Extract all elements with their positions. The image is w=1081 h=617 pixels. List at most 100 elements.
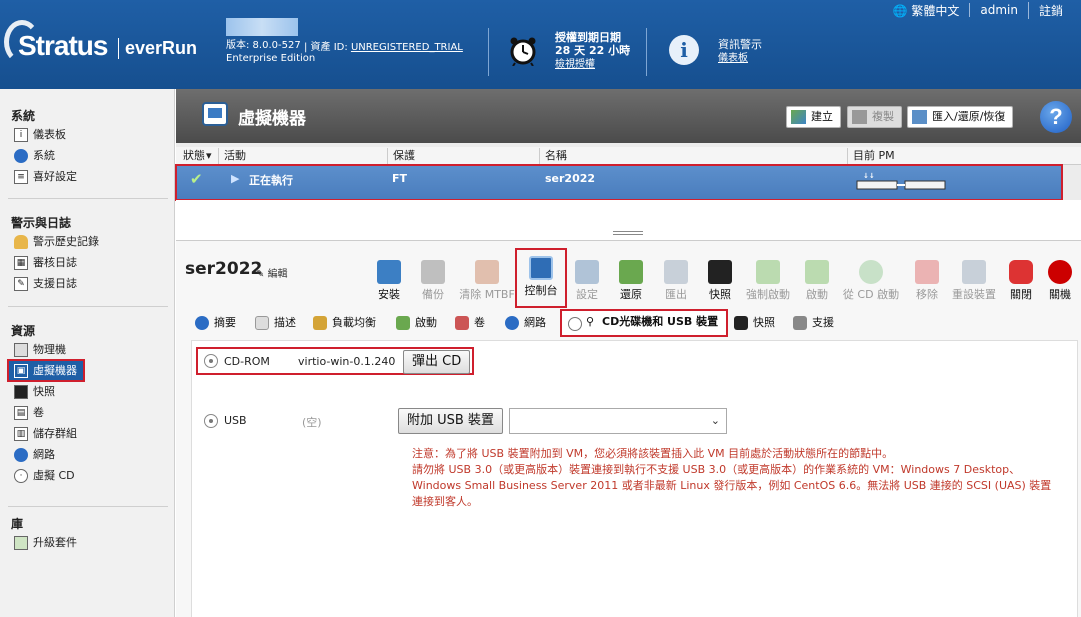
tab-cd-usb[interactable]: ⚲ CD光碟機和 USB 裝置: [560, 309, 729, 337]
sidebar-item-snapshots[interactable]: 快照: [0, 381, 175, 402]
usb-radio[interactable]: [204, 414, 218, 428]
attach-usb-button[interactable]: 附加 USB 裝置: [398, 408, 503, 434]
sidebar-item-volumes[interactable]: ▤ 卷: [0, 402, 175, 423]
column-protection[interactable]: 保護: [387, 148, 415, 164]
install-icon: [377, 260, 401, 284]
network-icon: [505, 316, 519, 330]
copy-button[interactable]: 複製: [847, 106, 902, 128]
sidebar-heading: 警示與日誌: [11, 216, 72, 230]
logout-link[interactable]: 註銷: [1027, 1, 1073, 19]
network-icon: [14, 447, 28, 462]
cdrom-radio[interactable]: [204, 354, 218, 368]
tab-boot[interactable]: 啟動: [396, 311, 437, 335]
vm-icon: ▣: [14, 363, 28, 378]
tab-summary[interactable]: 摘要: [195, 311, 236, 335]
sidebar-section-resources: 資源 物理機 ▣ 虛擬機器 快照 ▤ 卷 ▥ 儲存群組 網路 · 虛擬 CD: [0, 323, 175, 486]
app-header: 🌐 繁體中文 admin 註銷 Stratus everRun 版本: 8.0.…: [0, 0, 1081, 89]
sidebar-item-audit-log[interactable]: ▦ 審核日誌: [0, 252, 175, 273]
sidebar-item-alert-history[interactable]: 警示歷史記錄: [0, 231, 175, 252]
create-button[interactable]: 建立: [786, 106, 841, 128]
row-protection: FT: [392, 172, 408, 185]
column-name[interactable]: 名稱: [539, 148, 567, 164]
dashboard-link[interactable]: 儀表板: [718, 53, 748, 64]
globe-icon: [14, 148, 28, 163]
log-icon: ✎: [14, 276, 28, 291]
sidebar-section-system: 系統 i 儀表板 系統 ≡ 喜好設定: [0, 108, 175, 187]
sidebar-item-virtual-machines[interactable]: ▣ 虛擬機器: [7, 359, 85, 382]
sidebar-item-preferences[interactable]: ≡ 喜好設定: [0, 166, 175, 187]
sidebar-heading: 資源: [11, 324, 36, 338]
sidebar-item-system[interactable]: 系統: [0, 145, 175, 166]
backup-button[interactable]: 備份: [408, 255, 458, 302]
shutdown-button[interactable]: 關閉: [996, 255, 1046, 302]
sort-chevron-icon[interactable]: ▾: [204, 148, 212, 164]
usb-note: 注意：為了將 USB 裝置附加到 VM，您必須將該裝置插入此 VM 目前處於活動…: [412, 447, 1052, 508]
cdrom-label: CD-ROM: [224, 355, 270, 368]
row-activity: 正在執行: [249, 174, 293, 187]
server-icon: [14, 342, 28, 357]
edit-link[interactable]: ✎ 編輯: [256, 265, 288, 280]
sidebar-item-virtual-cd[interactable]: · 虛擬 CD: [0, 465, 175, 486]
preferences-icon: ≡: [14, 169, 28, 184]
column-activity[interactable]: 活動: [218, 148, 246, 164]
tab-networks[interactable]: 網路: [505, 311, 546, 335]
sidebar-item-dashboard[interactable]: i 儀表板: [0, 124, 175, 145]
column-current-pm[interactable]: 目前 PM: [847, 148, 895, 164]
tab-volumes[interactable]: 卷: [455, 311, 485, 335]
config-button[interactable]: 設定: [562, 255, 612, 302]
sidebar-section-alerts: 警示與日誌 警示歷史記錄 ▦ 審核日誌 ✎ 支援日誌: [0, 215, 175, 294]
page-title: 虛擬機器: [238, 109, 306, 129]
tab-support[interactable]: 支援: [793, 311, 834, 335]
export-icon: [664, 260, 688, 284]
user-link[interactable]: admin: [969, 3, 1028, 17]
brand-name: Stratus: [18, 30, 108, 61]
sidebar-item-upgrade-kits[interactable]: 升級套件: [0, 532, 175, 553]
svg-text:↓↓: ↓↓: [863, 172, 875, 180]
storage-icon: ▥: [14, 426, 28, 441]
sidebar-item-networks[interactable]: 網路: [0, 444, 175, 465]
clear-mtbf-button[interactable]: 清除 MTBF: [458, 255, 516, 302]
usb-label: USB: [224, 414, 247, 427]
sidebar-heading: 系統: [11, 109, 36, 123]
restore-button[interactable]: 還原: [606, 255, 656, 302]
sidebar-item-storage-groups[interactable]: ▥ 儲存群組: [0, 423, 175, 444]
start-button[interactable]: 啟動: [792, 255, 842, 302]
info-icon: i: [669, 35, 699, 65]
main-content: 虛擬機器 建立 複製 匯入/還原/恢復 ? 狀態 ▾ 活動 保護 名稱 目前 P…: [175, 89, 1081, 617]
view-license-link[interactable]: 檢視授權: [555, 59, 595, 70]
tab-description[interactable]: 描述: [255, 311, 296, 335]
column-status[interactable]: 狀態: [178, 148, 205, 164]
language-link[interactable]: 🌐 繁體中文: [883, 2, 970, 19]
divider: [8, 198, 168, 199]
console-button[interactable]: 控制台: [515, 248, 567, 308]
copy-icon: [852, 110, 867, 124]
splitter-handle[interactable]: [613, 231, 643, 235]
asset-id-link[interactable]: UNREGISTERED_TRIAL: [351, 42, 463, 53]
header-divider: [488, 28, 489, 76]
divider: [8, 306, 168, 307]
power-off-button[interactable]: 關機: [1040, 255, 1080, 302]
usb-icon: ⚲: [586, 315, 595, 328]
camera-icon: [14, 384, 28, 399]
reset-device-button[interactable]: 重設裝置: [944, 255, 1004, 302]
console-icon: [529, 256, 553, 280]
import-button[interactable]: 匯入/還原/恢復: [907, 106, 1014, 128]
sidebar-item-support-log[interactable]: ✎ 支援日誌: [0, 273, 175, 294]
sidebar: 系統 i 儀表板 系統 ≡ 喜好設定 警示與日誌 警示歷史記錄 ▦ 審核日誌 ✎ 支援日…: [0, 89, 175, 617]
cd-icon: [568, 317, 582, 331]
tab-snapshots[interactable]: 快照: [734, 311, 775, 335]
install-button[interactable]: 安裝: [364, 255, 414, 302]
force-boot-button[interactable]: 強制啟動: [738, 255, 798, 302]
import-icon: [912, 110, 927, 124]
help-icon[interactable]: ?: [1040, 101, 1072, 133]
eject-cd-button[interactable]: 彈出 CD: [403, 350, 471, 374]
boot-from-cd-button[interactable]: 從 CD 啟動: [840, 255, 902, 302]
play-icon: ▶: [231, 172, 240, 185]
export-button[interactable]: 匯出: [651, 255, 701, 302]
table-row[interactable]: ✔ ▶ 正在執行 FT ser2022 ↓↓: [175, 164, 1063, 201]
sidebar-item-physical-machines[interactable]: 物理機: [0, 339, 175, 360]
usb-device-select[interactable]: ⌄: [509, 408, 727, 434]
tab-load-balance[interactable]: 負載均衡: [313, 311, 376, 335]
boot-cd-icon: [859, 260, 883, 284]
volume-icon: [455, 316, 469, 330]
